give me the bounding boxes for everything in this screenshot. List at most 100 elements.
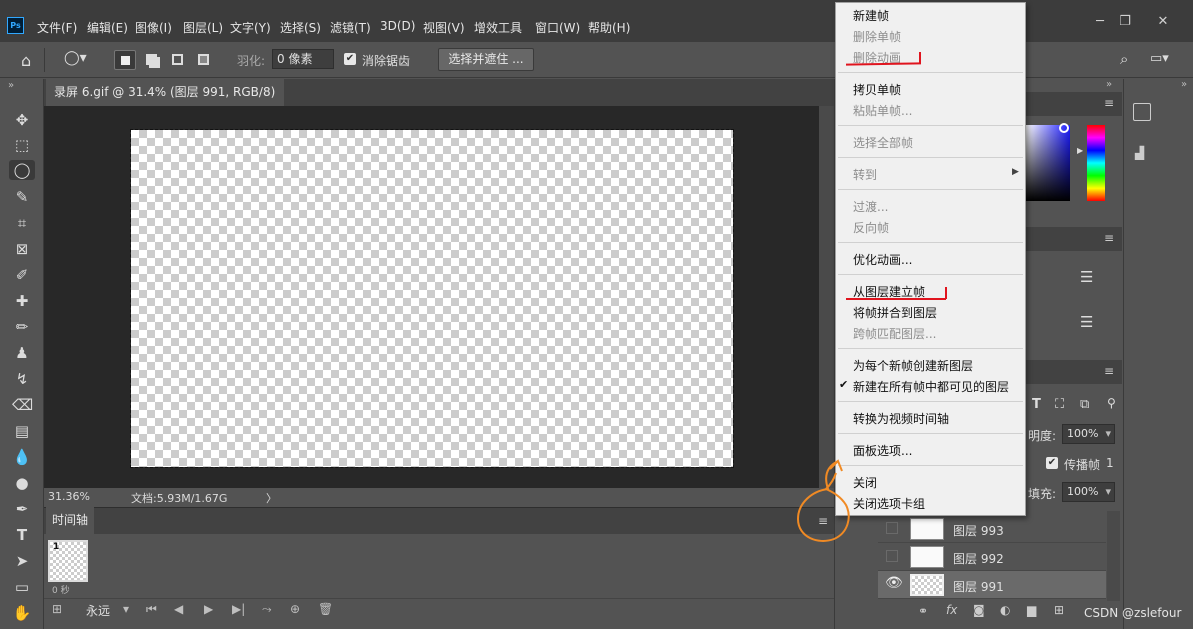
first-frame-icon[interactable]: ⏮ [146, 602, 157, 617]
context-menu-item[interactable]: 转换为视频时间轴 [853, 410, 949, 427]
eyedropper-tool-icon[interactable]: ✐ [12, 265, 32, 285]
collapse-icon[interactable]: » [8, 80, 14, 91]
quick-select-tool-icon[interactable]: ✎ [12, 187, 32, 207]
vertical-scrollbar[interactable] [819, 106, 834, 488]
propagate-checkbox[interactable]: ✔ [1046, 457, 1058, 469]
menu-item[interactable]: 文字(Y) [230, 19, 271, 36]
history-panel-icon[interactable] [1133, 103, 1151, 121]
menu-item[interactable]: 图像(I) [135, 19, 172, 36]
type-layer-filter-icon[interactable]: T [1032, 397, 1041, 412]
collapse-dock-icon[interactable]: » [1181, 79, 1187, 90]
context-menu-item[interactable]: 删除单帧 [853, 28, 901, 45]
color-picker-cursor[interactable] [1059, 123, 1069, 133]
search-icon[interactable]: ⌕ [1120, 50, 1128, 68]
duplicate-frame-icon[interactable]: ⊕ [290, 602, 300, 616]
smart-object-filter-icon[interactable]: ⧉ [1080, 397, 1089, 412]
menu-item[interactable]: 增效工具 [474, 19, 522, 36]
blur-tool-icon[interactable]: 💧 [12, 447, 32, 467]
opacity-input[interactable]: 100% ▾ [1062, 424, 1115, 444]
layer-visibility-toggle[interactable] [886, 522, 898, 534]
context-menu-item[interactable]: 过渡... [853, 198, 888, 215]
status-menu-arrow[interactable]: 〉 [266, 490, 277, 506]
close-icon[interactable]: ✕ [1148, 14, 1178, 29]
layers-panel-menu-icon[interactable]: ≡ [1104, 364, 1114, 378]
delete-frame-icon[interactable]: 🗑 [318, 602, 333, 616]
crop-tool-icon[interactable]: ⌗ [12, 213, 32, 233]
menu-item[interactable]: 文件(F) [37, 19, 77, 36]
loop-select[interactable]: 永远 [86, 602, 110, 619]
menu-item[interactable]: 3D(D) [380, 19, 415, 33]
align-list-icon[interactable]: ☰ [1080, 268, 1093, 286]
document-tab[interactable]: 录屏 6.gif @ 31.4% (图层 991, RGB/8) * × [46, 79, 284, 125]
dodge-tool-icon[interactable]: ● [12, 473, 32, 493]
menu-item[interactable]: 图层(L) [183, 19, 223, 36]
brush-tool-icon[interactable]: ✏ [12, 317, 32, 337]
layer-name[interactable]: 图层 993 [953, 522, 1004, 539]
previous-frame-icon[interactable]: ◀ [174, 602, 183, 616]
hue-slider[interactable] [1087, 125, 1105, 201]
layers-scrollbar[interactable] [1107, 511, 1120, 601]
feather-input[interactable]: 0 像素 [272, 49, 334, 69]
healing-brush-tool-icon[interactable]: ✚ [12, 291, 32, 311]
frame-tool-icon[interactable]: ⊠ [12, 239, 32, 259]
collapse-panels-icon[interactable]: » [1106, 79, 1112, 90]
hue-slider-arrow[interactable]: ▶ [1077, 146, 1083, 155]
gradient-tool-icon[interactable]: ▤ [12, 421, 32, 441]
restore-icon[interactable]: ❐ [1110, 14, 1140, 29]
intersect-selection-icon[interactable] [193, 50, 215, 70]
new-layer-icon[interactable]: ⊞ [1054, 603, 1064, 617]
lasso-tool-icon[interactable]: ◯ [9, 160, 35, 180]
add-mask-icon[interactable]: ◙ [973, 603, 985, 617]
context-menu-item[interactable]: 关闭选项卡组 [853, 495, 925, 512]
eraser-tool-icon[interactable]: ⌫ [12, 395, 33, 415]
context-menu-item[interactable]: 新建在所有帧中都可见的图层 [853, 378, 1009, 395]
antialias-checkbox[interactable]: ✔ [344, 53, 356, 65]
hand-tool-icon[interactable]: ✋ [12, 603, 32, 623]
path-select-tool-icon[interactable]: ➤ [12, 551, 32, 571]
context-menu-item[interactable]: 跨帧匹配图层... [853, 325, 936, 342]
fill-input[interactable]: 100% ▾ [1062, 482, 1115, 502]
menu-item[interactable]: 帮助(H) [588, 19, 630, 36]
plugins-panel-icon[interactable]: ▟ [1135, 146, 1144, 160]
select-and-mask-button[interactable]: 选择并遮住 ... [438, 48, 534, 71]
distribute-list-icon[interactable]: ☰ [1080, 313, 1093, 331]
pen-tool-icon[interactable]: ✒ [12, 499, 32, 519]
filter-toggle-icon[interactable]: ⚲ [1107, 396, 1116, 410]
context-menu-item[interactable]: 拷贝单帧 [853, 81, 901, 98]
timeline-tab[interactable]: 时间轴 [46, 507, 94, 534]
context-menu-item[interactable]: 新建帧 [853, 7, 889, 24]
layer-name[interactable]: 图层 991 [953, 578, 1004, 595]
add-to-selection-icon[interactable] [141, 50, 163, 70]
new-group-icon[interactable]: ▆ [1027, 603, 1036, 617]
type-tool-icon[interactable]: T [12, 525, 32, 545]
context-menu-item[interactable]: 为每个新帧创建新图层 [853, 357, 973, 374]
marquee-tool-icon[interactable]: ⬚ [12, 135, 32, 155]
rectangle-tool-icon[interactable]: ▭ [12, 577, 32, 597]
frame-delay[interactable]: 0 秒 [52, 583, 70, 596]
zoom-level[interactable]: 31.36% [48, 490, 90, 503]
context-menu-item[interactable]: 将帧拼合到图层 [853, 304, 937, 321]
eye-icon[interactable]: 👁 [885, 575, 903, 591]
new-selection-icon[interactable] [114, 50, 136, 70]
menu-item[interactable]: 视图(V) [423, 19, 465, 36]
context-menu-item[interactable]: 转到 [853, 166, 877, 183]
loop-dropdown-icon[interactable]: ▾ [123, 602, 129, 616]
fx-icon[interactable]: fx [946, 603, 957, 617]
next-frame-icon[interactable]: ▶| [232, 602, 245, 616]
subtract-from-selection-icon[interactable] [167, 50, 189, 70]
menu-item[interactable]: 编辑(E) [87, 19, 128, 36]
adjustment-layer-icon[interactable]: ◐ [1000, 603, 1010, 617]
menu-item[interactable]: 选择(S) [280, 19, 321, 36]
convert-to-video-icon[interactable]: ⊞ [52, 602, 62, 616]
layer-visibility-toggle[interactable] [886, 550, 898, 562]
context-menu-item[interactable]: 面板选项... [853, 442, 912, 459]
color-picker-field[interactable] [1026, 125, 1070, 201]
context-menu-item[interactable]: 优化动画... [853, 251, 912, 268]
history-brush-tool-icon[interactable]: ↯ [12, 369, 32, 389]
context-menu-item[interactable]: 反向帧 [853, 219, 889, 236]
context-menu-item[interactable]: 粘贴单帧... [853, 102, 912, 119]
transparent-canvas[interactable] [130, 129, 734, 468]
color-panel-menu-icon[interactable]: ≡ [1104, 96, 1114, 110]
shape-layer-filter-icon[interactable]: ⛶ [1055, 397, 1064, 412]
properties-panel-menu-icon[interactable]: ≡ [1104, 231, 1114, 245]
